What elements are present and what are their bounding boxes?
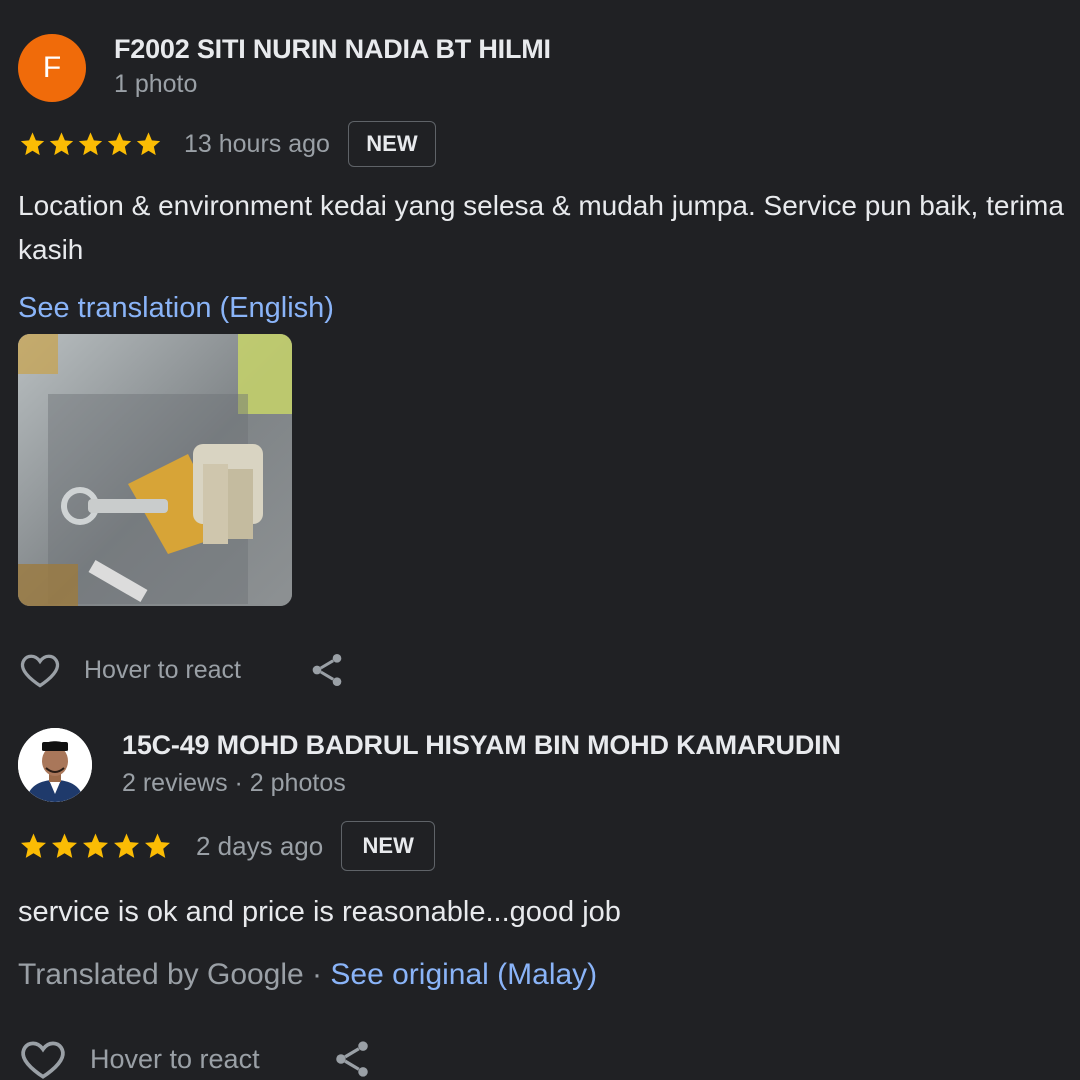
review-card: 15C-49 MOHD BADRUL HISYAM BIN MOHD KAMAR… [0, 700, 1080, 1080]
author-name[interactable]: 15C-49 MOHD BADRUL HISYAM BIN MOHD KAMAR… [122, 730, 841, 761]
new-badge: NEW [341, 821, 436, 871]
review-time: 2 days ago [196, 830, 324, 861]
star-icon [136, 132, 161, 156]
react-label: Hover to react [90, 1043, 260, 1074]
author-meta: 2 reviews · 2 photos [122, 769, 346, 797]
author-avatar[interactable] [18, 728, 92, 802]
star-icon [145, 833, 170, 858]
share-icon[interactable] [330, 1037, 374, 1080]
avatar-letter: F [42, 51, 62, 84]
review-actions: Hover to react [18, 648, 347, 692]
star-icon [49, 132, 74, 156]
review-card: F F2002 SITI NURIN NADIA BT HILMI 1 phot… [0, 0, 1080, 700]
review-text: Location & environment kedai yang selesa… [18, 190, 1064, 265]
translated-by-label: Translated by Google · [18, 958, 331, 991]
review-text: service is ok and price is reasonable...… [18, 896, 621, 928]
author-meta: 1 photo [114, 70, 198, 98]
new-badge: NEW [347, 121, 436, 167]
translation-row: See translation (English) [18, 292, 334, 325]
rating-row: 2 days ago NEW [18, 821, 436, 871]
heart-icon[interactable] [18, 648, 62, 692]
rating-row: 13 hours ago NEW [18, 120, 436, 168]
author-name[interactable]: F2002 SITI NURIN NADIA BT HILMI [114, 34, 551, 65]
see-original-link[interactable]: See original (Malay) [330, 958, 597, 991]
star-rating [18, 831, 178, 861]
review-photo[interactable] [18, 334, 292, 606]
author-avatar[interactable]: F [18, 34, 86, 102]
star-rating [18, 130, 166, 158]
keys-photo [18, 334, 292, 606]
share-icon[interactable] [307, 650, 347, 690]
star-icon [114, 833, 139, 858]
star-icon [107, 132, 132, 156]
react-label: Hover to react [84, 655, 242, 684]
translation-row: Translated by Google · See original (Mal… [18, 958, 597, 992]
star-icon [78, 132, 103, 156]
heart-icon[interactable] [18, 1034, 68, 1080]
profile-photo [18, 728, 92, 802]
star-icon [21, 833, 46, 858]
star-icon [20, 132, 45, 156]
reviews-panel: F F2002 SITI NURIN NADIA BT HILMI 1 phot… [0, 0, 1080, 1080]
review-time: 13 hours ago [184, 129, 330, 158]
star-icon [52, 833, 77, 858]
review-actions: Hover to react [18, 1034, 374, 1080]
star-icon [83, 833, 108, 858]
see-translation-link[interactable]: See translation (English) [18, 292, 334, 324]
